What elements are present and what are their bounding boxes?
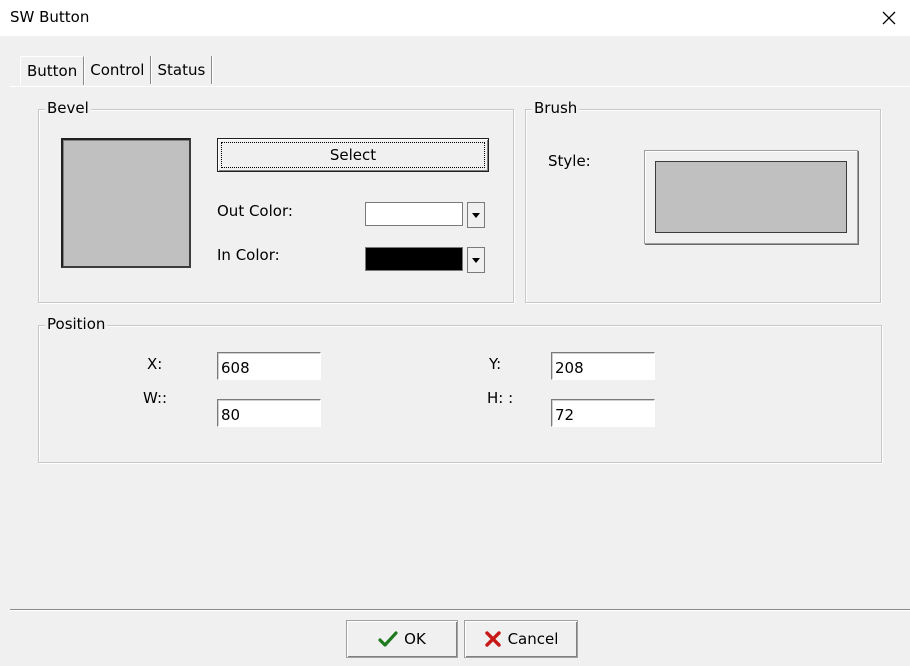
x-label: X: [147,355,163,373]
tab-divider [10,86,910,87]
ok-button-label: OK [404,630,426,648]
brush-group: Brush Style: [525,99,881,303]
x-field[interactable]: 608 [217,352,321,380]
h-label: H: : [487,389,514,407]
w-value: 80 [221,406,241,424]
brush-style-label: Style: [548,152,591,170]
out-color-swatch [365,202,463,226]
position-group: Position X: 608 Y: 208 W:: 80 H: : 72 [38,315,882,463]
bevel-preview [61,138,191,268]
out-color-picker[interactable] [365,202,485,228]
tab-button[interactable]: Button [20,56,85,85]
in-color-picker[interactable] [365,247,485,273]
y-label: Y: [489,355,502,373]
dialog-body: Button Control Status Bevel Select Out C… [0,36,910,666]
select-button[interactable]: Select [217,138,489,172]
window-title: SW Button [10,8,90,26]
tab-status-label: Status [157,61,206,79]
w-field[interactable]: 80 [217,399,321,427]
in-color-label: In Color: [217,246,280,264]
cancel-button-label: Cancel [507,630,559,648]
chevron-down-icon [472,257,480,263]
y-value: 208 [555,359,584,377]
close-icon [882,11,896,25]
w-label: W:: [143,389,168,407]
tab-status[interactable]: Status [151,56,213,84]
tab-strip: Button Control Status [20,56,213,85]
brush-group-label: Brush [532,99,580,117]
in-color-swatch [365,247,463,271]
out-color-dropdown[interactable] [467,202,485,228]
select-focus-rect: Select [221,142,485,168]
h-field[interactable]: 72 [551,399,655,427]
brush-style-swatch [655,161,847,233]
x-icon [484,631,501,647]
h-value: 72 [555,406,575,424]
x-value: 608 [221,359,250,377]
out-color-label: Out Color: [217,202,293,220]
chevron-down-icon [472,212,480,218]
in-color-dropdown[interactable] [467,247,485,273]
bevel-group: Bevel Select Out Color: In Color: [38,99,514,303]
title-bar: SW Button [0,0,910,36]
y-field[interactable]: 208 [551,352,655,380]
bevel-group-label: Bevel [45,99,91,117]
footer-separator [10,609,910,611]
position-group-label: Position [45,315,108,333]
brush-style-button[interactable] [644,150,858,244]
tab-button-label: Button [27,62,78,80]
cancel-button[interactable]: Cancel [464,620,578,658]
ok-button[interactable]: OK [346,620,458,658]
checkmark-icon [378,631,398,647]
tab-control-label: Control [90,61,145,79]
tab-control[interactable]: Control [84,56,152,84]
select-button-label: Select [329,146,377,164]
close-button[interactable] [872,2,906,34]
